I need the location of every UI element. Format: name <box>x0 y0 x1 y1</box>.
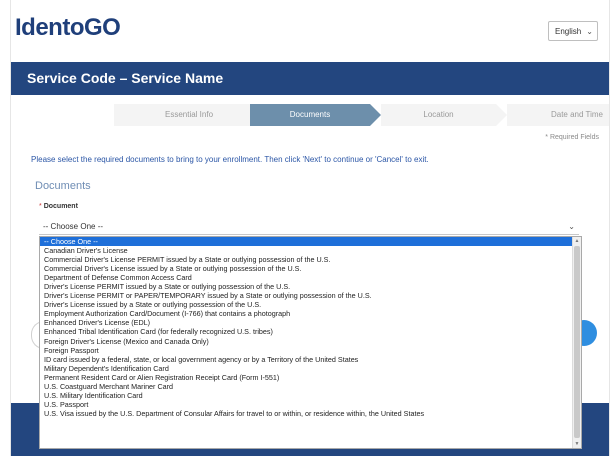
document-select-value: -- Choose One -- <box>43 222 104 231</box>
page-title: Service Code – Service Name <box>27 70 224 86</box>
dropdown-option[interactable]: Canadian Driver's License <box>40 246 581 255</box>
dropdown-option[interactable]: Permanent Resident Card or Alien Registr… <box>40 373 581 382</box>
required-star: * <box>39 203 42 210</box>
dropdown-option[interactable]: ID card issued by a federal, state, or l… <box>40 355 581 364</box>
dropdown-option[interactable]: U.S. Coastguard Merchant Mariner Card <box>40 382 581 391</box>
step-location: Location <box>381 104 496 126</box>
dropdown-option[interactable]: Driver's License issued by a State or ou… <box>40 300 581 309</box>
dropdown-options: -- Choose One -- Canadian Driver's Licen… <box>40 237 581 418</box>
dropdown-option[interactable]: Employment Authorization Card/Document (… <box>40 309 581 318</box>
dropdown-option[interactable]: U.S. Visa issued by the U.S. Department … <box>40 409 581 418</box>
document-field-label: * Document <box>39 203 78 210</box>
dropdown-option[interactable]: Driver's License PERMIT or PAPER/TEMPORA… <box>40 291 581 300</box>
scroll-up-icon[interactable]: ▲ <box>573 237 581 245</box>
dropdown-option[interactable]: Foreign Passport <box>40 346 581 355</box>
language-select[interactable]: English ⌄ <box>548 21 598 41</box>
step-label: Location <box>423 110 454 119</box>
step-label: Essential Info <box>164 110 214 119</box>
step-documents: Documents <box>250 104 370 126</box>
step-label: Documents <box>289 110 331 119</box>
document-select[interactable]: -- Choose One -- ⌄ <box>39 218 579 235</box>
identogo-logo[interactable]: IdentoGO <box>15 14 121 42</box>
dropdown-option[interactable]: Enhanced Tribal Identification Card (for… <box>40 327 581 336</box>
dropdown-option[interactable]: Department of Defense Common Access Card <box>40 273 581 282</box>
progress-steps: Essential Info Documents Location Date a… <box>114 104 609 126</box>
step-essential-info: Essential Info <box>114 104 264 126</box>
title-bar: Service Code – Service Name <box>11 62 609 95</box>
required-fields-note: * Required Fields <box>545 134 599 141</box>
scroll-down-icon[interactable]: ▼ <box>573 440 581 448</box>
step-separator <box>496 104 507 126</box>
dropdown-option[interactable]: Military Dependent's Identification Card <box>40 364 581 373</box>
step-label: Date and Time <box>550 110 603 119</box>
step-separator <box>370 104 381 126</box>
dropdown-option[interactable]: U.S. Passport <box>40 400 581 409</box>
instructions-text: Please select the required documents to … <box>31 155 429 164</box>
scrollbar-thumb[interactable] <box>574 246 580 438</box>
language-value: English <box>555 27 582 36</box>
dropdown-option[interactable]: -- Choose One -- <box>40 237 581 247</box>
chevron-down-icon: ⌄ <box>586 27 593 36</box>
dropdown-option[interactable]: Foreign Driver's License (Mexico and Can… <box>40 337 581 346</box>
step-date-and-time: Date and Time <box>507 104 609 126</box>
dropdown-option[interactable]: Commercial Driver's License PERMIT issue… <box>40 255 581 264</box>
document-dropdown-list[interactable]: -- Choose One -- Canadian Driver's Licen… <box>39 236 582 449</box>
dropdown-scrollbar[interactable]: ▲ ▼ <box>572 237 581 448</box>
dropdown-option[interactable]: Commercial Driver's License issued by a … <box>40 264 581 273</box>
page: IdentoGO English ⌄ Service Code – Servic… <box>10 0 610 456</box>
dropdown-option[interactable]: U.S. Military Identification Card <box>40 391 581 400</box>
document-label-text: Document <box>43 203 78 210</box>
chevron-down-icon: ⌄ <box>568 222 575 231</box>
dropdown-option[interactable]: Enhanced Driver's License (EDL) <box>40 318 581 327</box>
documents-section-title: Documents <box>35 180 91 192</box>
dropdown-option[interactable]: Driver's License PERMIT issued by a Stat… <box>40 282 581 291</box>
